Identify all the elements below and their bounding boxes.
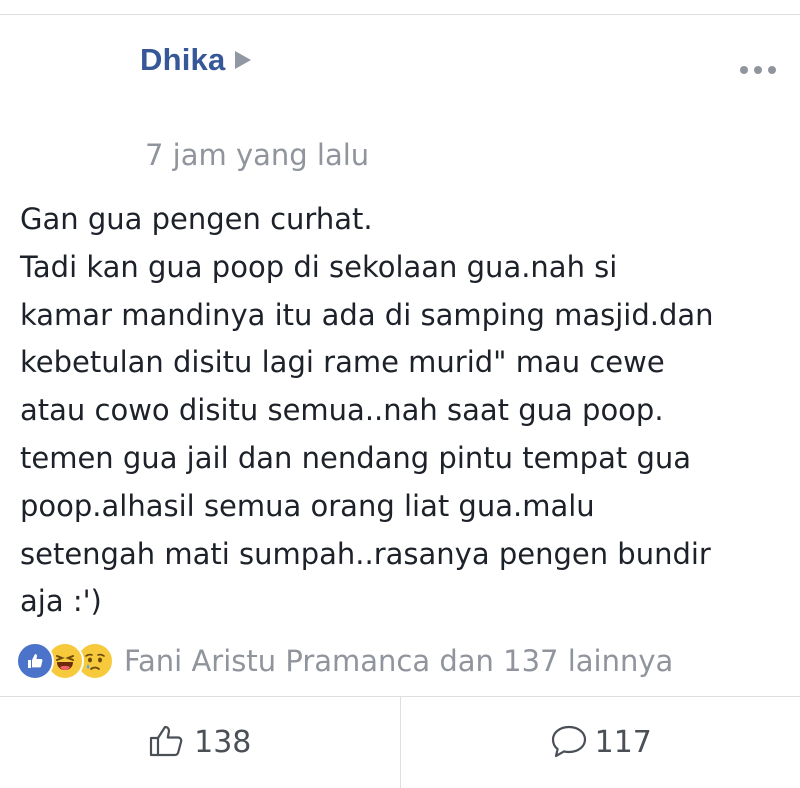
post-line: kebetulan disitu lagi rame murid" mau ce…	[20, 345, 665, 380]
top-divider	[0, 14, 800, 15]
post-line: kamar mandinya itu ada di samping masjid…	[20, 297, 714, 332]
post-line: setengah mati sumpah..rasanya pengen bun…	[20, 536, 711, 571]
post-line: Tadi kan gua poop di sekolaan gua.nah si	[20, 249, 618, 284]
reaction-icons	[16, 642, 114, 680]
post-line: aja :')	[20, 584, 102, 619]
action-bar: 138 117	[0, 697, 800, 788]
arrow-right-icon	[235, 51, 252, 69]
post-line: temen gua jail dan nendang pintu tempat …	[20, 440, 692, 475]
post-line: atau cowo disitu semua..nah saat gua poo…	[20, 393, 664, 428]
dot	[768, 66, 776, 74]
comment-bubble-icon	[549, 723, 589, 763]
like-count: 138	[194, 725, 252, 760]
like-button[interactable]: 138	[0, 697, 400, 788]
post-timestamp[interactable]: 7 jam yang lalu	[145, 138, 369, 172]
reactors-text[interactable]: Fani Aristu Pramanca dan 137 lainnya	[124, 644, 673, 678]
post-line: Gan gua pengen curhat.	[20, 202, 373, 236]
thumbs-up-icon	[148, 723, 188, 763]
reactions-summary[interactable]: Fani Aristu Pramanca dan 137 lainnya	[16, 640, 673, 682]
like-icon	[16, 642, 54, 680]
dot	[740, 66, 748, 74]
comment-button[interactable]: 117	[401, 697, 800, 788]
more-options-icon[interactable]	[740, 66, 776, 74]
post-header: Dhika	[140, 42, 252, 78]
dot	[754, 66, 762, 74]
comment-count: 117	[594, 725, 652, 760]
post-body: Gan gua pengen curhat. Tadi kan gua poop…	[20, 196, 790, 626]
post-line: poop.alhasil semua orang liat gua.malu	[20, 488, 595, 523]
author-name[interactable]: Dhika	[140, 42, 225, 78]
